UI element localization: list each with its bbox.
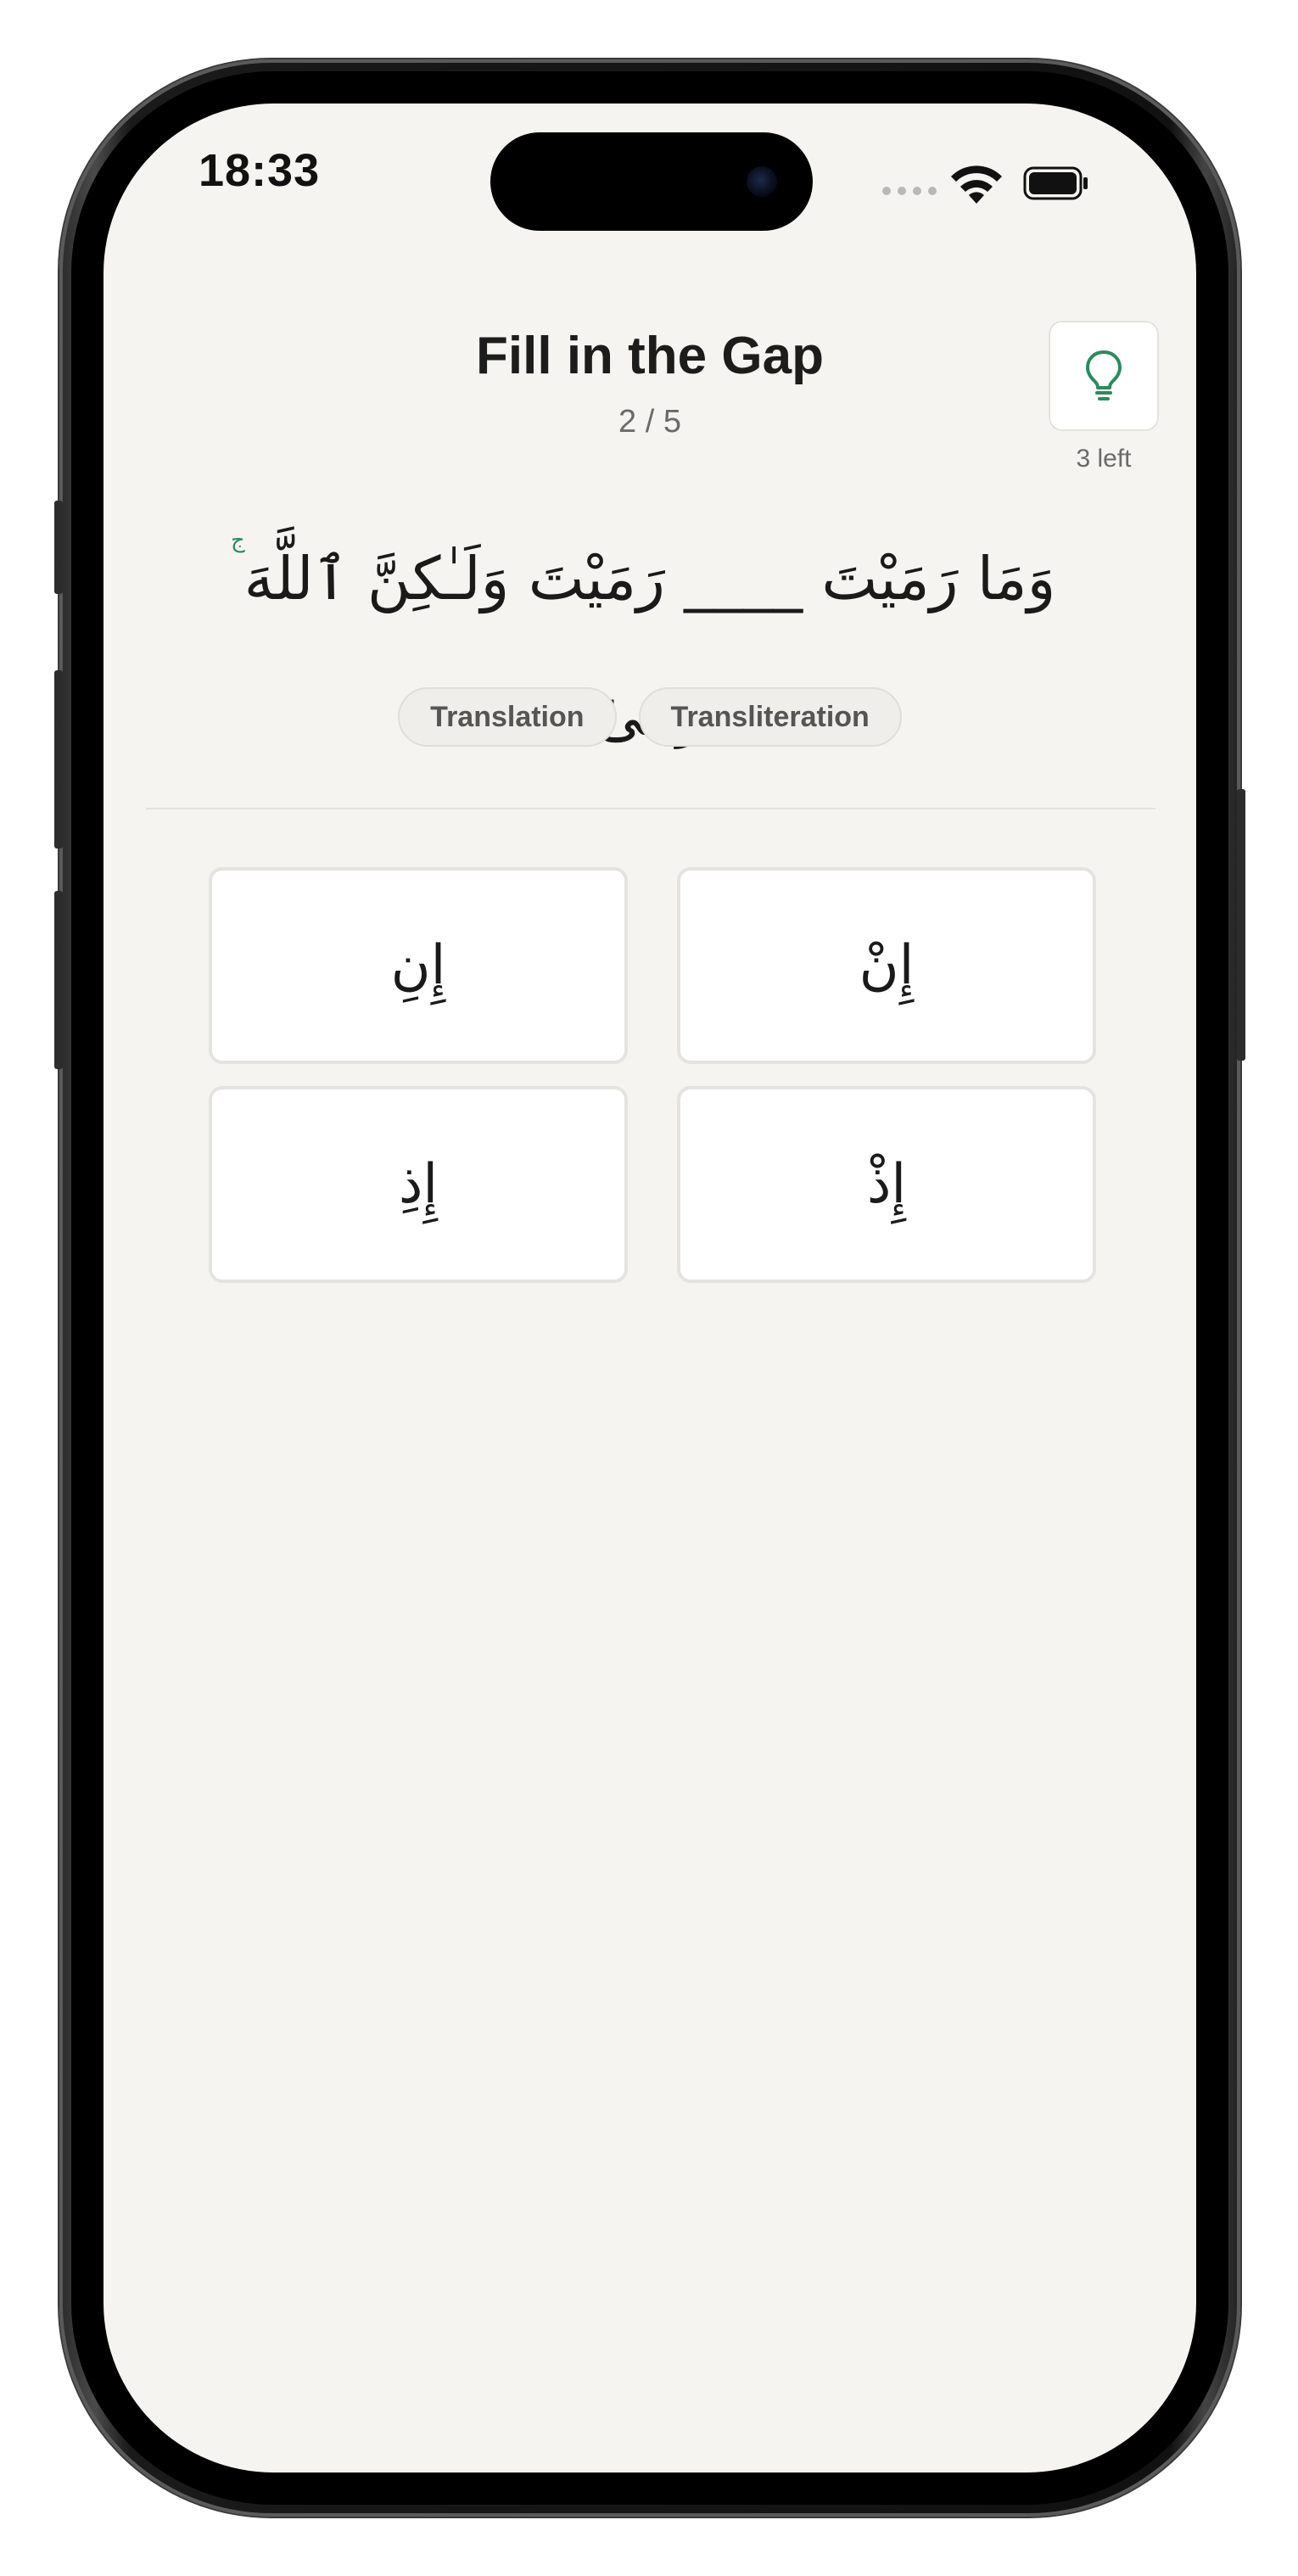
- cellular-signal-icon: [882, 187, 937, 195]
- answer-option[interactable]: إِذْ: [677, 1086, 1096, 1283]
- phone-frame: 18:33 Fill in the Gap 2 / 5 3 left ج وَم…: [54, 59, 1245, 2517]
- answer-option[interactable]: إِنِ: [209, 867, 628, 1064]
- hint-button[interactable]: [1049, 321, 1159, 431]
- front-camera-icon: [747, 166, 777, 197]
- lightbulb-icon: [1086, 350, 1122, 400]
- divider: [146, 808, 1155, 809]
- hints-remaining: 3 left: [1076, 445, 1132, 473]
- battery-icon: [1023, 166, 1088, 200]
- display-toggles: Translation Transliteration: [104, 687, 1196, 747]
- answer-option[interactable]: إِنْ: [677, 867, 1096, 1064]
- question-progress: 2 / 5: [618, 404, 681, 440]
- power-button: [1237, 789, 1245, 1061]
- answer-option[interactable]: إِذِ: [209, 1086, 628, 1283]
- wifi-icon: [951, 165, 1002, 204]
- dynamic-island: [490, 132, 813, 231]
- volume-up-button: [54, 670, 63, 848]
- stage: 18:33 Fill in the Gap 2 / 5 3 left ج وَم…: [0, 0, 1298, 2576]
- page-title: Fill in the Gap: [476, 327, 824, 385]
- app-screen: 18:33 Fill in the Gap 2 / 5 3 left ج وَم…: [104, 104, 1196, 2472]
- status-time: 18:33: [199, 145, 321, 196]
- action-button: [54, 501, 63, 594]
- transliteration-toggle[interactable]: Transliteration: [638, 687, 902, 747]
- translation-toggle[interactable]: Translation: [398, 687, 617, 747]
- volume-down-button: [54, 891, 63, 1069]
